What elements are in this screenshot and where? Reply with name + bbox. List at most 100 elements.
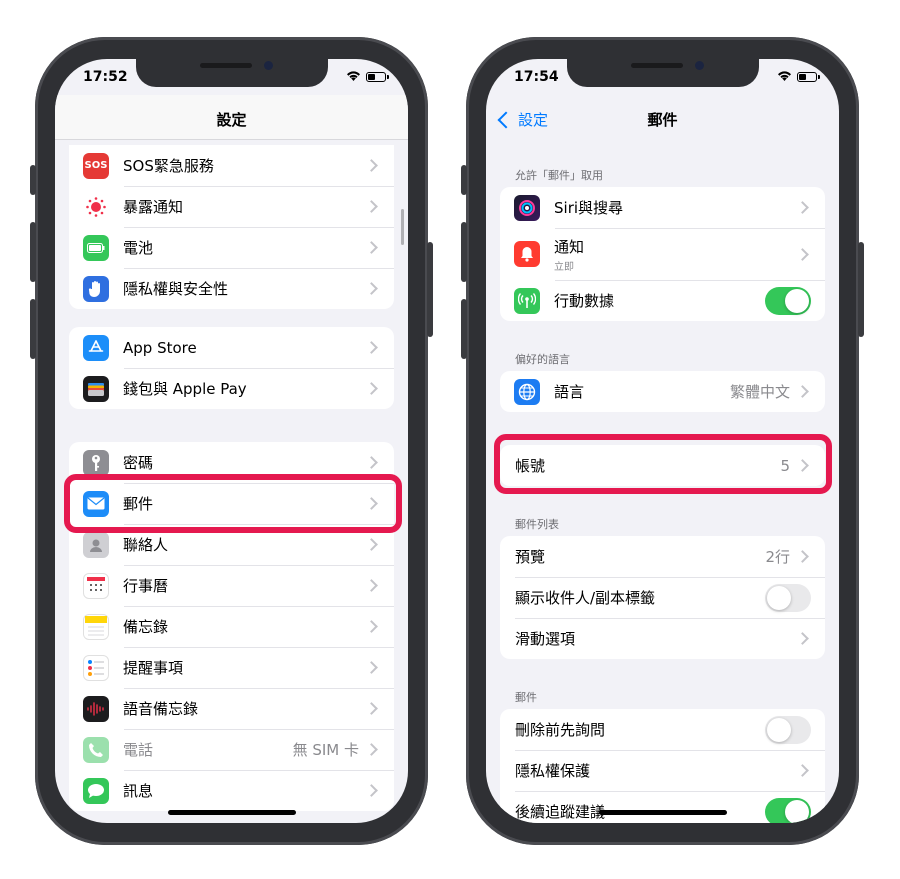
row-label: 錢包與 Apple Pay (123, 380, 247, 398)
row-label: Siri與搜尋 (554, 199, 624, 217)
row-label: 備忘錄 (123, 618, 169, 636)
settings-row-sos[interactable]: SOS SOS緊急服務 (69, 145, 394, 186)
settings-row-phone[interactable]: 電話 無 SIM 卡 (69, 729, 394, 770)
row-label: 訊息 (123, 782, 154, 800)
volume-down-button (30, 299, 36, 359)
message-list-group: 預覽 2行 顯示收件人/副本標籤 滑動選項 (500, 536, 825, 659)
settings-row-privacy[interactable]: 隱私權與安全性 (69, 268, 394, 309)
row-label: 聯絡人 (123, 536, 169, 554)
mail-highlight-box (64, 474, 402, 533)
swipe-options-row[interactable]: 滑動選項 (500, 618, 825, 659)
language-row[interactable]: 語言 繁體中文 (500, 371, 825, 412)
home-indicator[interactable] (167, 810, 296, 815)
accounts-highlight-box (494, 434, 832, 494)
chevron-right-icon (365, 341, 378, 354)
chevron-right-icon (365, 200, 378, 213)
settings-row-exposure[interactable]: 暴露通知 (69, 186, 394, 227)
app-store-icon (83, 334, 109, 361)
row-value: 無 SIM 卡 (292, 741, 359, 759)
reminders-icon (83, 654, 109, 681)
row-label: 語言 (554, 383, 585, 401)
row-subtitle: 立即 (554, 261, 574, 273)
preview-row[interactable]: 預覽 2行 (500, 536, 825, 577)
battery-status-icon (366, 71, 389, 82)
show-to-cc-row: 顯示收件人/副本標籤 (500, 577, 825, 618)
row-value: 繁體中文 (729, 383, 790, 401)
chevron-right-icon (365, 620, 378, 633)
notch (135, 59, 328, 87)
notch (566, 59, 759, 87)
exposure-notification-icon (83, 193, 109, 220)
home-indicator[interactable] (598, 810, 727, 815)
messages-icon (83, 777, 109, 804)
settings-group-1: SOS SOS緊急服務 暴露通知 電池 隱私權與安全性 (69, 145, 394, 309)
chevron-right-icon (365, 579, 378, 592)
messages-group: 刪除前先詢問 隱私權保護 後續追蹤建議 (500, 709, 825, 823)
chevron-right-icon (365, 241, 378, 254)
row-label: 電池 (123, 239, 154, 257)
notes-icon (83, 613, 109, 640)
chevron-right-icon (365, 159, 378, 172)
section-header-language: 偏好的語言 (515, 353, 570, 366)
battery-status-icon (797, 71, 820, 82)
ask-before-delete-row: 刪除前先詢問 (500, 709, 825, 750)
row-label: 暴露通知 (123, 198, 184, 216)
row-label: 滑動選項 (515, 630, 576, 648)
section-header-message-list: 郵件列表 (515, 518, 559, 531)
antenna-icon (514, 287, 540, 314)
settings-row-wallet[interactable]: 錢包與 Apple Pay (69, 368, 394, 409)
chevron-right-icon (365, 282, 378, 295)
cellular-data-row: 行動數據 (500, 280, 825, 321)
calendar-icon (83, 572, 109, 599)
settings-row-messages[interactable]: 訊息 (69, 770, 394, 811)
side-button (461, 165, 467, 195)
page-title: 郵件 (647, 111, 678, 129)
settings-row-reminders[interactable]: 提醒事項 (69, 647, 394, 688)
row-value: 2行 (765, 548, 790, 566)
settings-row-app-store[interactable]: App Store (69, 327, 394, 368)
chevron-right-icon (796, 764, 809, 777)
nav-bar: 設定 郵件 (486, 95, 839, 139)
row-label: App Store (123, 338, 197, 357)
settings-row-voice-memos[interactable]: 語音備忘錄 (69, 688, 394, 729)
battery-icon (83, 234, 109, 261)
settings-row-notes[interactable]: 備忘錄 (69, 606, 394, 647)
notification-bell-icon (514, 241, 540, 267)
siri-icon (514, 194, 540, 221)
section-header-allow: 允許「郵件」取用 (515, 169, 603, 182)
chevron-right-icon (796, 201, 809, 214)
row-label: SOS緊急服務 (123, 157, 214, 175)
status-time: 17:54 (514, 69, 559, 85)
chevron-right-icon (796, 550, 809, 563)
chevron-right-icon (796, 385, 809, 398)
row-label: 預覽 (515, 548, 546, 566)
row-label: 電話 (123, 741, 154, 759)
wifi-icon (346, 70, 361, 83)
left-phone: 17:52 設定 SOS SOS緊急服務 暴露通知 電池 隱私權與安全性 App… (30, 37, 433, 845)
contacts-icon (83, 531, 109, 558)
follow-up-suggestions-row: 後續追蹤建議 (500, 791, 825, 823)
scrollbar[interactable] (401, 209, 404, 245)
globe-icon (514, 378, 540, 405)
notifications-row[interactable]: 通知 立即 (500, 228, 825, 280)
chevron-right-icon (365, 382, 378, 395)
row-label: 提醒事項 (123, 659, 184, 677)
chevron-right-icon (365, 456, 378, 469)
side-button (30, 165, 36, 195)
language-group: 語言 繁體中文 (500, 371, 825, 412)
privacy-protection-row[interactable]: 隱私權保護 (500, 750, 825, 791)
voice-memos-icon (83, 695, 109, 722)
cellular-data-toggle[interactable] (765, 286, 811, 315)
row-label: 行動數據 (554, 292, 615, 310)
follow-up-suggestions-toggle[interactable] (765, 797, 811, 823)
wifi-icon (777, 70, 792, 83)
volume-up-button (461, 222, 467, 282)
siri-search-row[interactable]: Siri與搜尋 (500, 187, 825, 228)
settings-row-calendar[interactable]: 行事曆 (69, 565, 394, 606)
settings-group-2: App Store 錢包與 Apple Pay (69, 327, 394, 409)
settings-row-battery[interactable]: 電池 (69, 227, 394, 268)
row-label: 隱私權保護 (515, 762, 591, 780)
show-to-cc-toggle[interactable] (765, 583, 811, 612)
ask-before-delete-toggle[interactable] (765, 715, 811, 744)
volume-up-button (30, 222, 36, 282)
